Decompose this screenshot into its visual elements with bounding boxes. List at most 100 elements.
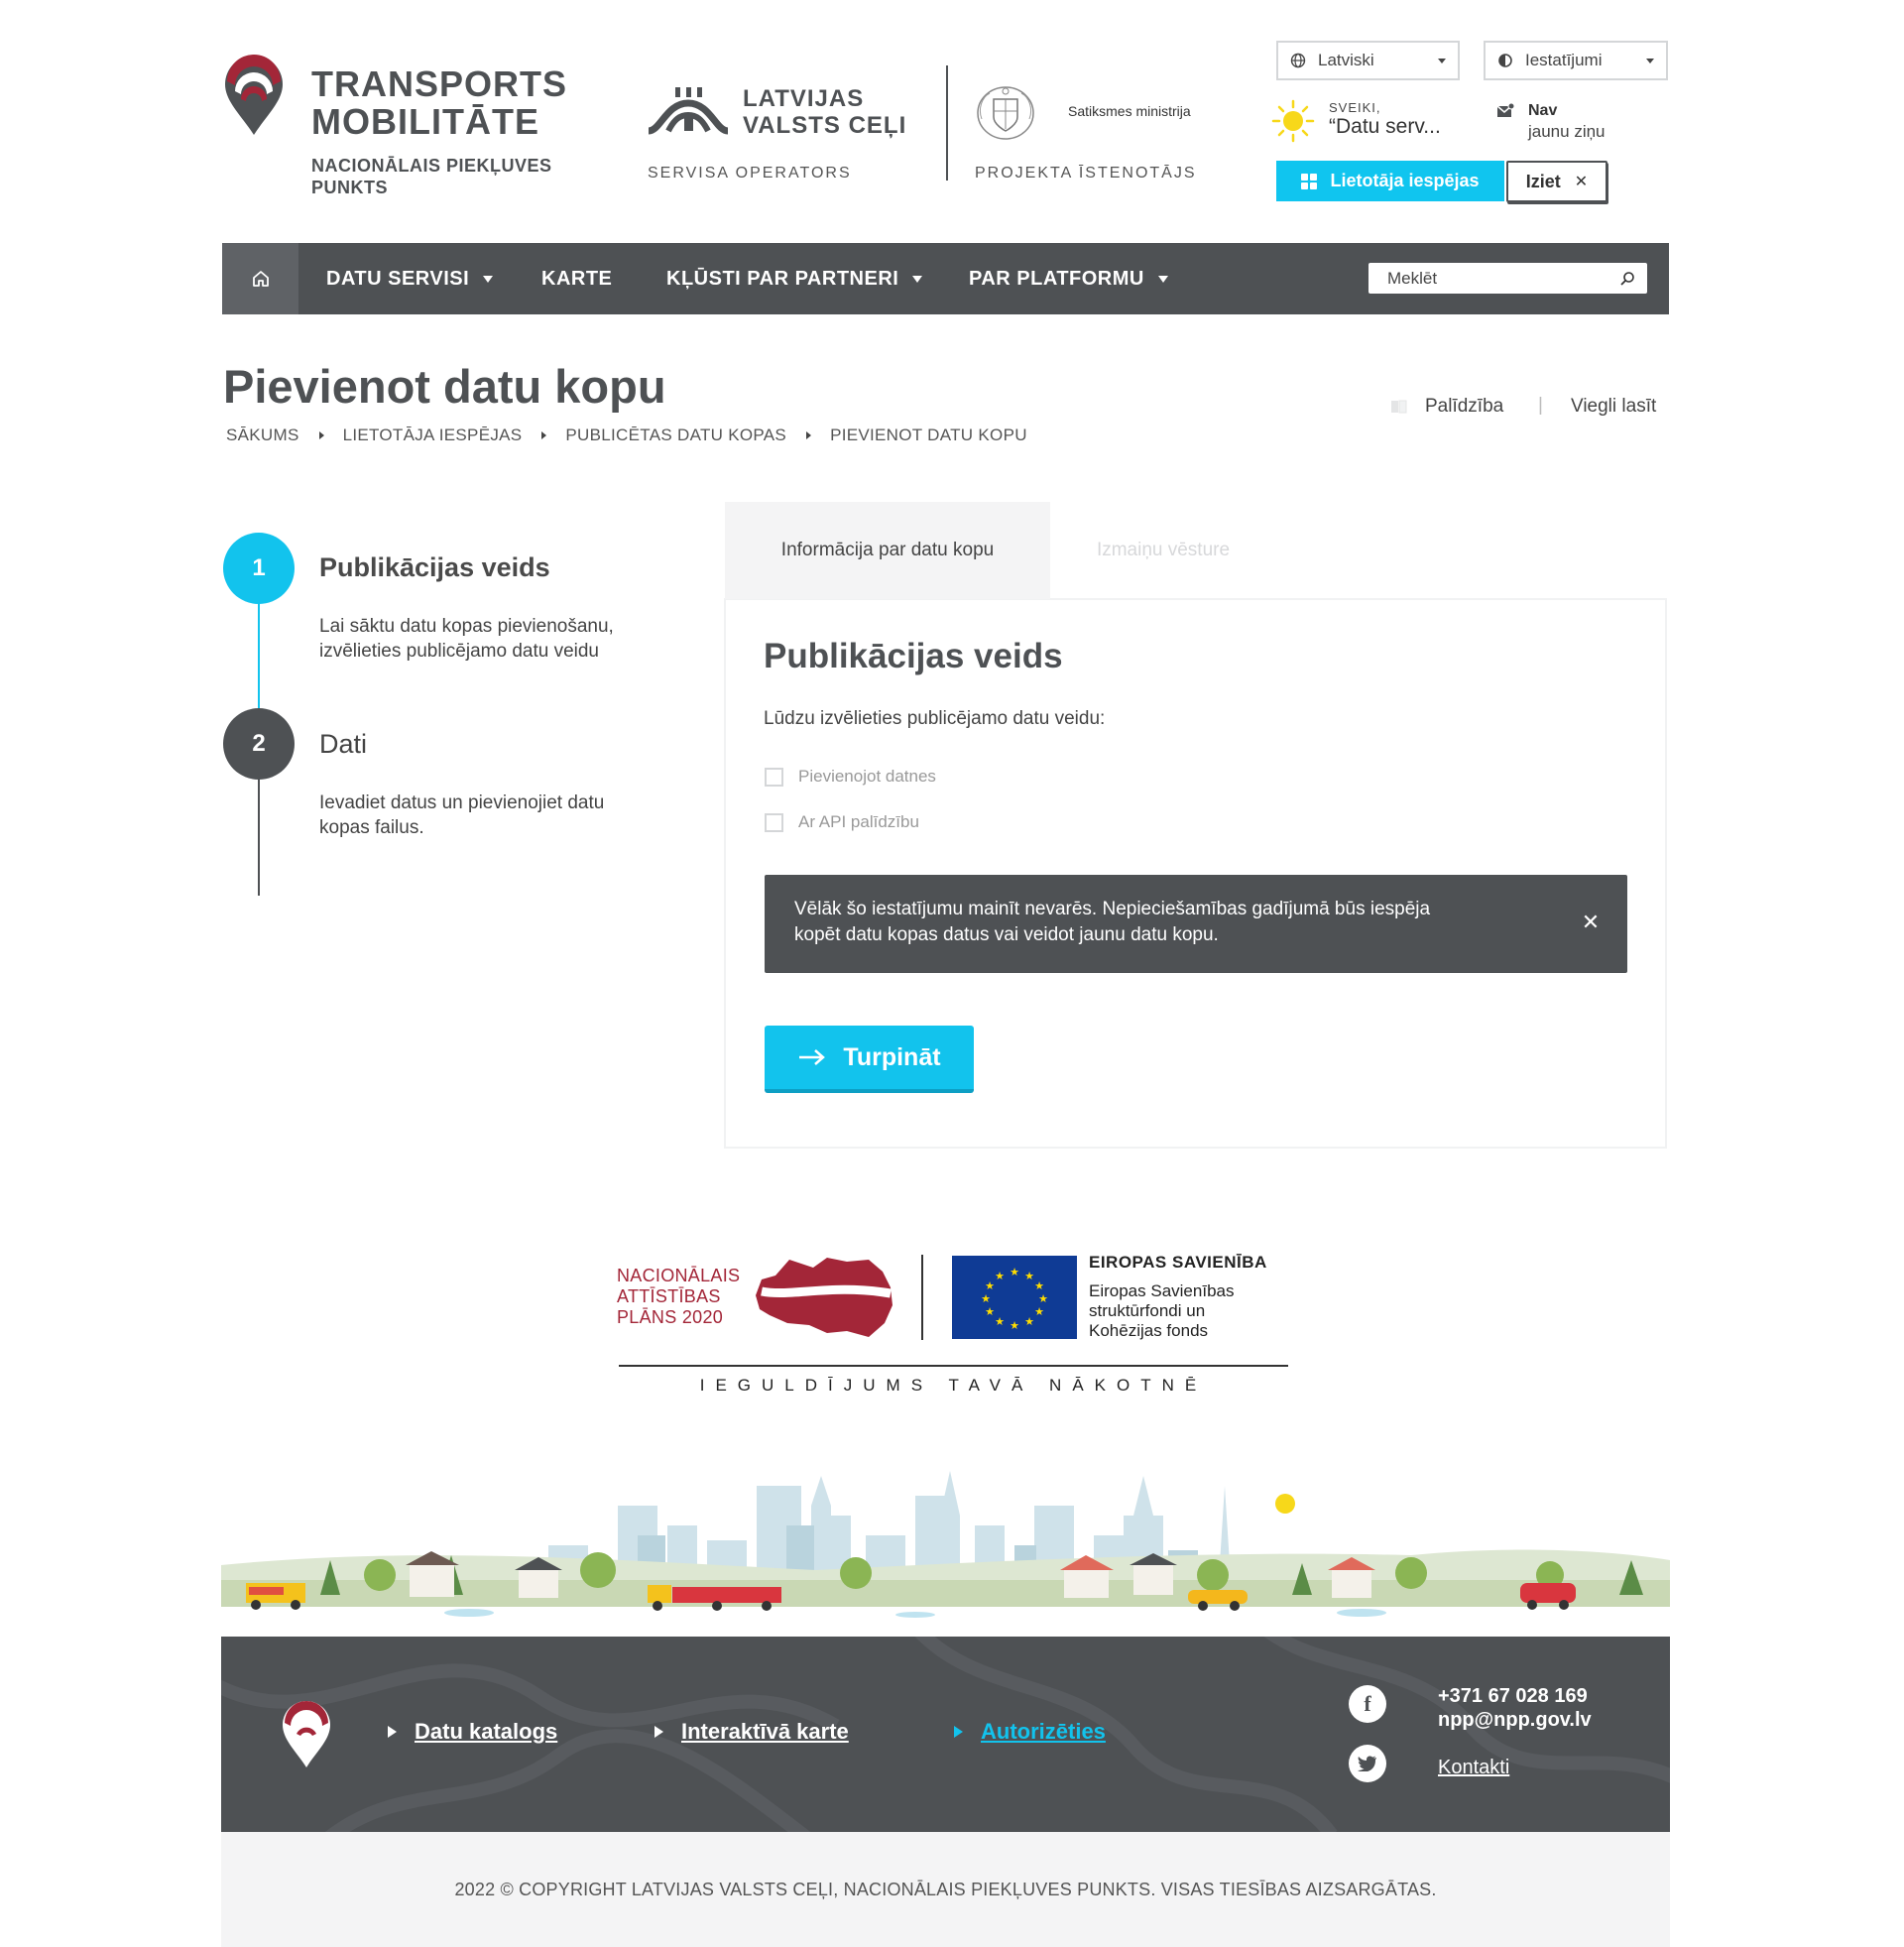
contacts-link[interactable]: Kontakti bbox=[1438, 1757, 1509, 1779]
globe-icon bbox=[1290, 53, 1306, 68]
close-icon[interactable]: ✕ bbox=[1579, 910, 1603, 934]
service-operator-label: SERVISA OPERATORS bbox=[648, 165, 852, 182]
brand-subtitle: NACIONĀLAIS PIEKĻUVES PUNKTS bbox=[311, 156, 552, 197]
settings-value: Iestatījumi bbox=[1525, 51, 1603, 69]
footer-link-interactive-map[interactable]: Interaktīvā karte bbox=[654, 1719, 849, 1745]
chevron-down-icon bbox=[912, 275, 923, 283]
step-2-title: Dati bbox=[319, 729, 368, 759]
mail-icon[interactable] bbox=[1496, 103, 1514, 119]
ministry-name: Satiksmes ministrija bbox=[1068, 103, 1191, 119]
svg-text:★: ★ bbox=[1034, 1279, 1044, 1292]
nav-item-about-platform[interactable]: PAR PLATFORMU bbox=[969, 243, 1168, 314]
breadcrumb-separator-icon bbox=[541, 431, 547, 439]
greeting-label: SVEIKI, bbox=[1329, 100, 1381, 115]
step-2-description: Ievadiet datus un pievienojiet datu kopa… bbox=[319, 792, 605, 838]
brand-logo-icon[interactable] bbox=[221, 52, 287, 135]
user-options-label: Lietotāja iespējas bbox=[1330, 171, 1480, 190]
nav-item-label: DATU SERVISI bbox=[326, 267, 470, 290]
play-icon bbox=[654, 1726, 663, 1738]
notice-text-line: kopēt datu kopas datus vai veidot jaunu … bbox=[794, 924, 1219, 945]
svg-text:★: ★ bbox=[995, 1315, 1005, 1328]
eu-funds-text: Eiropas Savienības struktūrfondi un Kohē… bbox=[1089, 1281, 1235, 1340]
help-label: Palīdzība bbox=[1425, 396, 1504, 417]
breadcrumb-published-datasets[interactable]: PUBLICĒTAS DATU KOPAS bbox=[565, 426, 786, 445]
logout-button[interactable]: Iziet ✕ bbox=[1506, 161, 1607, 202]
search-icon[interactable] bbox=[1619, 271, 1635, 287]
breadcrumb-separator-icon bbox=[806, 431, 812, 439]
tab-dataset-info[interactable]: Informācija par datu kopu bbox=[725, 502, 1050, 599]
nav-item-label: KARTE bbox=[541, 267, 613, 290]
chevron-down-icon bbox=[483, 275, 494, 283]
search-box bbox=[1368, 263, 1647, 294]
brand-title: TRANSPORTS MOBILITĀTE bbox=[311, 63, 568, 142]
help-link[interactable]: Palīdzība bbox=[1390, 396, 1503, 418]
section-title: Publikācijas veids bbox=[764, 637, 1063, 675]
page-title: Pievienot datu kopu bbox=[223, 360, 666, 413]
easy-read-link[interactable]: Viegli lasīt bbox=[1571, 396, 1656, 418]
step-1-marker: 1 bbox=[223, 533, 295, 604]
checkbox[interactable] bbox=[765, 812, 783, 832]
twitter-icon[interactable] bbox=[1349, 1745, 1386, 1782]
contact-email[interactable]: npp@npp.gov.lv bbox=[1438, 1709, 1592, 1732]
info-notice: Vēlāk šo iestatījumu mainīt nevarēs. Nep… bbox=[765, 875, 1627, 973]
grid-icon bbox=[1301, 173, 1318, 189]
nav-item-data-services[interactable]: DATU SERVISI bbox=[326, 243, 494, 314]
search-input[interactable] bbox=[1387, 268, 1619, 289]
breadcrumb-user-options[interactable]: LIETOTĀJA IESPĒJAS bbox=[343, 426, 523, 445]
home-icon bbox=[252, 271, 269, 287]
svg-text:★: ★ bbox=[1010, 1319, 1019, 1332]
footer-link-data-catalog[interactable]: Datu katalogs bbox=[388, 1719, 557, 1745]
step-connector bbox=[258, 779, 260, 896]
language-select[interactable]: Latviski bbox=[1276, 41, 1460, 80]
checkbox[interactable] bbox=[765, 767, 783, 787]
copyright-bar: 2022 © COPYRIGHT LATVIJAS VALSTS CEĻI, N… bbox=[221, 1832, 1670, 1947]
svg-text:★: ★ bbox=[981, 1292, 991, 1305]
funding-underline bbox=[619, 1365, 1288, 1367]
step-1-description: Lai sāktu datu kopas pievienošanu, izvēl… bbox=[319, 616, 614, 662]
sun-icon bbox=[1271, 99, 1315, 143]
breadcrumb-home[interactable]: SĀKUMS bbox=[226, 426, 299, 445]
project-implementer-label: PROJEKTA ĪSTENOTĀJS bbox=[975, 165, 1197, 182]
messages-subtitle: jaunu ziņu bbox=[1528, 122, 1606, 141]
chevron-down-icon bbox=[1438, 58, 1446, 63]
settings-select[interactable]: Iestatījumi bbox=[1484, 41, 1668, 80]
messages-title: Nav bbox=[1528, 102, 1558, 119]
breadcrumb: SĀKUMS LIETOTĀJA IESPĒJAS PUBLICĒTAS DAT… bbox=[226, 426, 1027, 445]
nav-item-label: KĻŪSTI PAR PARTNERI bbox=[666, 267, 899, 290]
lvc-logo-icon bbox=[648, 87, 729, 135]
footer-link-label: Autorizēties bbox=[981, 1719, 1106, 1744]
link-separator: | bbox=[1538, 395, 1543, 416]
copyright-text: 2022 © COPYRIGHT LATVIJAS VALSTS CEĻI, N… bbox=[454, 1879, 1437, 1899]
svg-text:★: ★ bbox=[1024, 1315, 1034, 1328]
facebook-icon[interactable]: f bbox=[1349, 1685, 1386, 1723]
cityscape-illustration bbox=[221, 1471, 1670, 1637]
user-options-button[interactable]: Lietotāja iespējas bbox=[1276, 161, 1504, 201]
funding-motto: IEGULDĪJUMS TAVĀ NĀKOTNĒ bbox=[699, 1376, 1208, 1395]
option-api[interactable]: Ar API palīdzību bbox=[765, 812, 919, 832]
svg-text:★: ★ bbox=[1010, 1266, 1019, 1278]
nav-item-map[interactable]: KARTE bbox=[541, 243, 612, 314]
footer-link-login[interactable]: Autorizēties bbox=[954, 1719, 1106, 1745]
option-label: Ar API palīdzību bbox=[798, 812, 919, 831]
home-button[interactable] bbox=[222, 243, 298, 314]
close-icon: ✕ bbox=[1574, 174, 1589, 190]
nap2020-logo-text: NACIONĀLAIS ATTĪSTĪBAS PLĀNS 2020 bbox=[617, 1266, 741, 1327]
footer-link-label: Datu katalogs bbox=[415, 1719, 558, 1744]
footer-logo-icon[interactable] bbox=[281, 1698, 332, 1767]
lvc-name: LATVIJAS VALSTS CEĻI bbox=[743, 85, 907, 139]
tab-change-history[interactable]: Izmaiņu vēsture bbox=[1050, 502, 1276, 599]
continue-label: Turpināt bbox=[843, 1042, 941, 1071]
step-2-marker: 2 bbox=[223, 708, 295, 780]
nav-item-label: PAR PLATFORMU bbox=[969, 267, 1144, 290]
contact-phone[interactable]: +371 67 028 169 bbox=[1438, 1685, 1588, 1708]
svg-text:★: ★ bbox=[1024, 1270, 1034, 1282]
nav-item-become-partner[interactable]: KĻŪSTI PAR PARTNERI bbox=[666, 243, 923, 314]
option-upload-files[interactable]: Pievienojot datnes bbox=[765, 767, 936, 787]
continue-button[interactable]: Turpināt bbox=[765, 1026, 974, 1093]
svg-text:★: ★ bbox=[985, 1279, 995, 1292]
step-connector bbox=[258, 603, 260, 708]
chevron-down-icon bbox=[1646, 58, 1654, 63]
chevron-down-icon bbox=[1157, 275, 1168, 283]
eu-flag-icon: ★ ★★★ ★★★★ ★★★★ bbox=[952, 1256, 1077, 1339]
option-label: Pievienojot datnes bbox=[798, 767, 936, 786]
